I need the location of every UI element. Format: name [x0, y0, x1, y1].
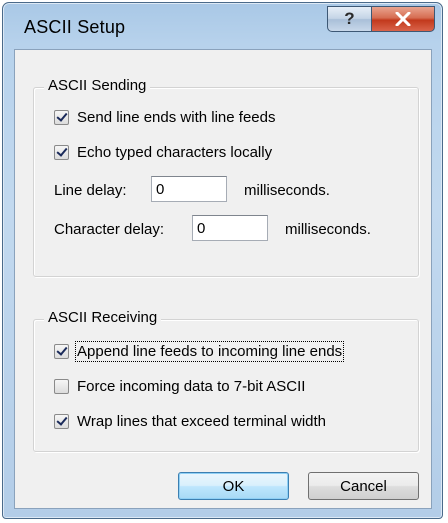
character-delay-label: Character delay: [54, 221, 165, 238]
echo-typed-checkbox[interactable]: Echo typed characters locally [54, 144, 272, 161]
window-title: ASCII Setup [24, 17, 126, 37]
ascii-receiving-legend: ASCII Receiving [44, 309, 162, 326]
checkbox-append-line-feeds[interactable] [54, 344, 69, 359]
line-delay-input[interactable] [151, 176, 227, 202]
wrap-lines-checkbox[interactable]: Wrap lines that exceed terminal width [54, 413, 326, 430]
append-line-feeds-checkbox[interactable]: Append line feeds to incoming line ends [54, 341, 345, 362]
ascii-receiving-group: ASCII Receiving Append line feeds to inc… [33, 309, 419, 452]
close-button[interactable] [371, 6, 435, 32]
ascii-sending-legend: ASCII Sending [44, 77, 151, 94]
send-line-ends-label: Send line ends with line feeds [77, 109, 276, 126]
help-button[interactable]: ? [327, 6, 372, 32]
wrap-lines-label: Wrap lines that exceed terminal width [77, 413, 327, 430]
force-7bit-checkbox[interactable]: Force incoming data to 7-bit ASCII [54, 378, 305, 395]
send-line-ends-checkbox[interactable]: Send line ends with line feeds [54, 109, 275, 126]
line-delay-units: milliseconds. [244, 182, 330, 199]
checkbox-force-7bit[interactable] [54, 379, 69, 394]
ok-button[interactable]: OK [178, 472, 289, 500]
help-icon: ? [344, 9, 355, 28]
line-delay-label: Line delay: [54, 182, 127, 199]
echo-typed-label: Echo typed characters locally [77, 144, 273, 161]
checkbox-wrap-lines[interactable] [54, 414, 69, 429]
title-bar[interactable]: ASCII Setup ? [3, 3, 442, 49]
dialog-body: ASCII Sending Send line ends with line f… [14, 49, 432, 509]
character-delay-input[interactable] [192, 215, 268, 241]
close-icon [395, 12, 411, 26]
force-7bit-label: Force incoming data to 7-bit ASCII [77, 378, 306, 395]
checkbox-send-line-ends[interactable] [54, 110, 69, 125]
append-line-feeds-label: Append line feeds to incoming line ends [74, 341, 345, 362]
cancel-button[interactable]: Cancel [308, 472, 419, 500]
checkbox-echo-typed[interactable] [54, 145, 69, 160]
ascii-sending-group: ASCII Sending Send line ends with line f… [33, 77, 419, 277]
character-delay-units: milliseconds. [285, 221, 371, 238]
ascii-setup-dialog: ASCII Setup ? ASCII Sending Send line en… [2, 2, 443, 519]
